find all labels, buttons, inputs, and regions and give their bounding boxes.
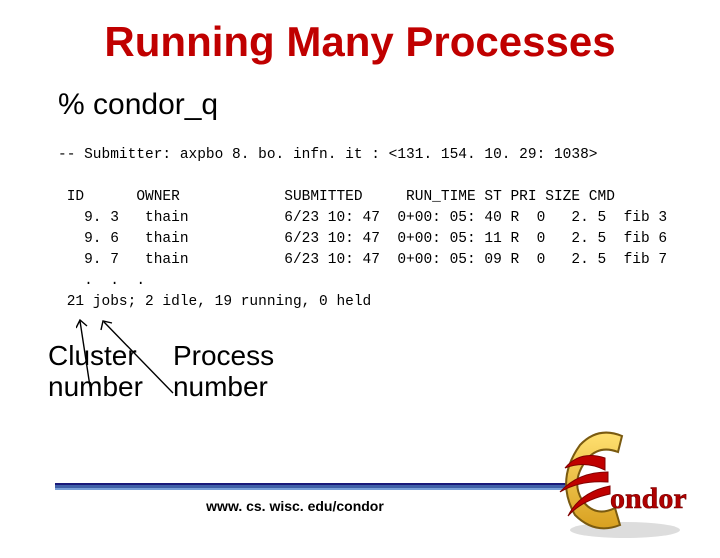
footer-url: www. cs. wisc. edu/condor	[0, 498, 590, 514]
dots: . . .	[58, 273, 145, 289]
submitter-line: -- Submitter: axpbo 8. bo. infn. it : <1…	[58, 147, 598, 163]
label-process: Process number	[173, 341, 274, 403]
terminal-output: -- Submitter: axpbo 8. bo. infn. it : <1…	[58, 124, 720, 313]
divider	[55, 483, 570, 490]
slide-title: Running Many Processes	[0, 18, 720, 66]
svg-text:ondor: ondor	[610, 482, 687, 515]
arrow-process	[98, 318, 178, 398]
command-line: % condor_q	[58, 88, 720, 122]
table-header: ID OWNER SUBMITTED RUN_TIME ST PRI SIZE …	[58, 189, 615, 205]
table-row: 9. 7 thain 6/23 10: 47 0+00: 05: 09 R 0 …	[58, 252, 667, 268]
table-row: 9. 6 thain 6/23 10: 47 0+00: 05: 11 R 0 …	[58, 231, 667, 247]
summary-line: 21 jobs; 2 idle, 19 running, 0 held	[58, 294, 371, 310]
condor-logo: ondor	[550, 430, 700, 540]
table-row: 9. 3 thain 6/23 10: 47 0+00: 05: 40 R 0 …	[58, 210, 667, 226]
